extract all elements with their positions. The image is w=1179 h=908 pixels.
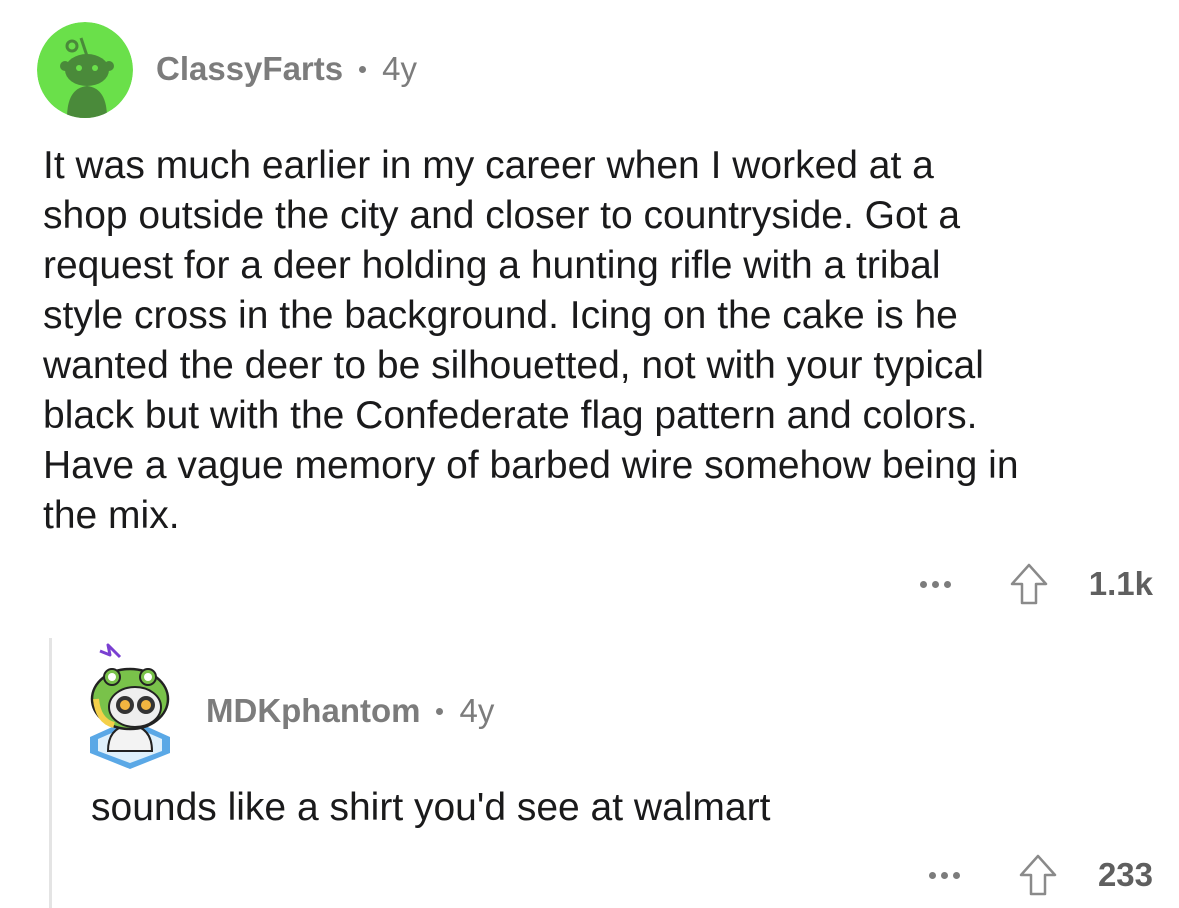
snoo-frog-hat-avatar-icon <box>90 643 170 769</box>
comment-header: ClassyFarts 4y <box>37 22 417 118</box>
avatar[interactable] <box>80 641 180 769</box>
reply-body: sounds like a shirt you'd see at walmart <box>91 786 771 829</box>
avatar[interactable] <box>37 22 133 118</box>
more-options-icon[interactable] <box>928 871 960 879</box>
upvote-arrow-icon[interactable] <box>1009 562 1049 606</box>
reply-age: 4y <box>459 692 495 729</box>
reply-header: MDKphantom 4y <box>80 640 494 770</box>
upvote-arrow-icon[interactable] <box>1018 853 1058 897</box>
reply-author[interactable]: MDKphantom <box>206 692 420 730</box>
separator-dot <box>359 65 367 73</box>
reply-actions: 233 <box>928 853 1153 897</box>
comment-meta: ClassyFarts 4y <box>156 50 417 88</box>
snoo-avatar-icon <box>37 22 133 118</box>
comment-score: 1.1k <box>1088 565 1153 602</box>
more-options-icon[interactable] <box>919 580 951 588</box>
separator-dot <box>436 707 444 715</box>
reply-meta: MDKphantom 4y <box>206 692 494 730</box>
comment-actions: 1.1k <box>919 562 1153 606</box>
reply-score: 233 <box>1097 856 1153 893</box>
comment-body: It was much earlier in my career when I … <box>43 144 1019 537</box>
comment-age: 4y <box>382 50 417 87</box>
comment-author[interactable]: ClassyFarts <box>156 50 343 88</box>
thread-line[interactable] <box>49 638 52 908</box>
